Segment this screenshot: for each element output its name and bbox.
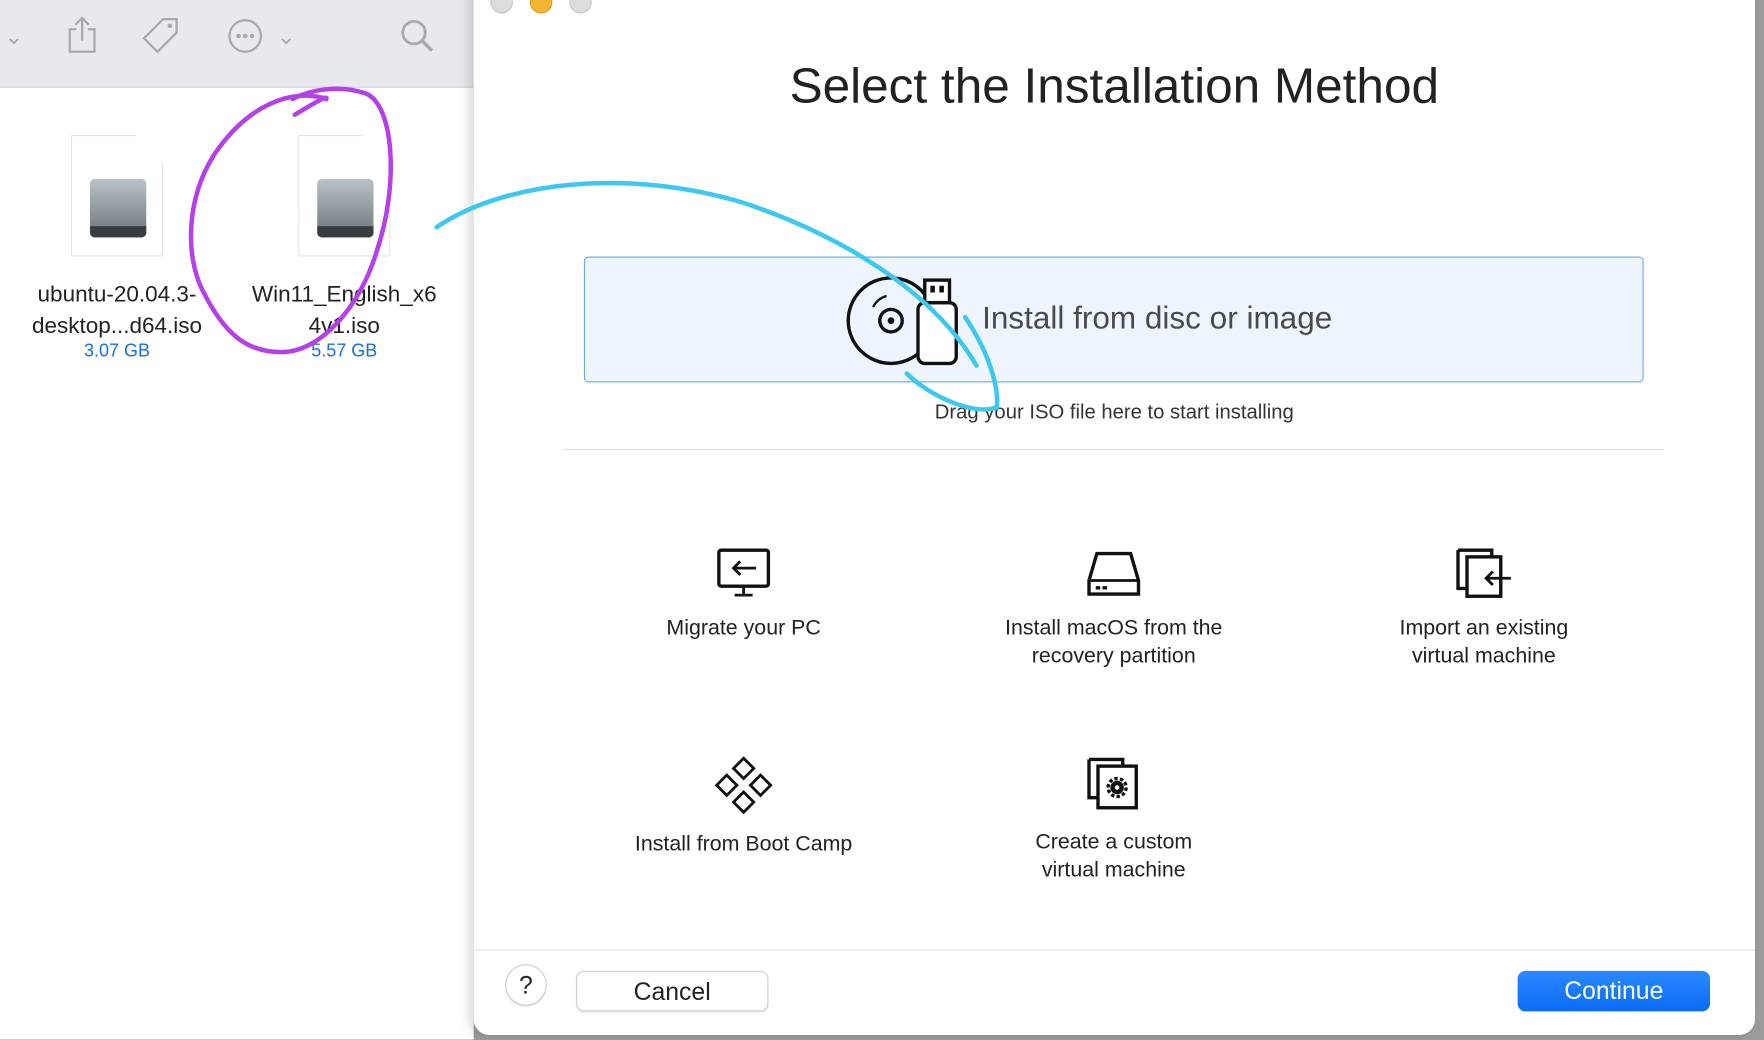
boot-camp-icon bbox=[714, 756, 773, 815]
zoom-button[interactable] bbox=[569, 0, 592, 14]
custom-vm-icon bbox=[1087, 757, 1138, 810]
file-size: 5.57 GB bbox=[311, 342, 378, 362]
close-button[interactable] bbox=[490, 0, 513, 14]
finder-toolbar: ⌄ ⌄ bbox=[0, 0, 474, 88]
import-vm-icon bbox=[1456, 548, 1511, 598]
drop-label: Install from disc or image bbox=[982, 300, 1333, 336]
file-size: 3.07 GB bbox=[83, 342, 151, 362]
file-item[interactable]: Win11_English_x6 4v1.iso 5.57 GB bbox=[237, 135, 451, 362]
migrate-pc-icon bbox=[717, 548, 771, 597]
installation-dialog: Select the Installation Method Install f… bbox=[473, 0, 1755, 1035]
install-from-disc-dropzone[interactable]: Install from disc or image bbox=[583, 256, 1644, 383]
hard-drive-icon bbox=[1087, 551, 1141, 596]
help-button[interactable]: ? bbox=[505, 964, 547, 1006]
divider bbox=[563, 448, 1664, 450]
search-icon[interactable] bbox=[399, 18, 435, 54]
continue-button[interactable]: Continue bbox=[1517, 970, 1710, 1012]
file-item[interactable]: ubuntu-20.04.3- desktop...d64.iso 3.07 GB bbox=[10, 135, 224, 362]
drop-hint: Drag your ISO file here to start install… bbox=[934, 400, 1294, 424]
file-name: ubuntu-20.04.3- desktop...d64.iso bbox=[31, 282, 203, 339]
disk-image-icon bbox=[70, 135, 164, 257]
option-install-macos-recovery[interactable]: Install macOS from the recovery partition bbox=[945, 547, 1283, 671]
page-title: Select the Installation Method bbox=[789, 58, 1440, 114]
share-icon[interactable] bbox=[65, 16, 99, 54]
tag-icon[interactable] bbox=[141, 16, 182, 57]
cancel-button[interactable]: Cancel bbox=[576, 970, 769, 1012]
more-icon[interactable] bbox=[227, 18, 265, 56]
option-boot-camp[interactable]: Install from Boot Camp bbox=[575, 756, 913, 858]
option-migrate-pc[interactable]: Migrate your PC bbox=[575, 547, 913, 643]
chevron-down-icon[interactable]: ⌄ bbox=[277, 23, 296, 51]
disk-image-icon bbox=[298, 135, 391, 257]
footer-divider bbox=[473, 949, 1755, 951]
file-name: Win11_English_x6 4v1.iso bbox=[251, 282, 437, 339]
finder-window: ⌄ ⌄ ubuntu-20.04.3- desktop...d64.iso 3.0… bbox=[0, 0, 474, 1040]
minimize-button[interactable] bbox=[529, 0, 553, 14]
chevron-down-icon[interactable]: ⌄ bbox=[5, 23, 24, 51]
option-import-vm[interactable]: Import an existing virtual machine bbox=[1315, 547, 1653, 671]
option-custom-vm[interactable]: Create a custom virtual machine bbox=[945, 756, 1283, 884]
disc-usb-icon bbox=[846, 276, 958, 366]
